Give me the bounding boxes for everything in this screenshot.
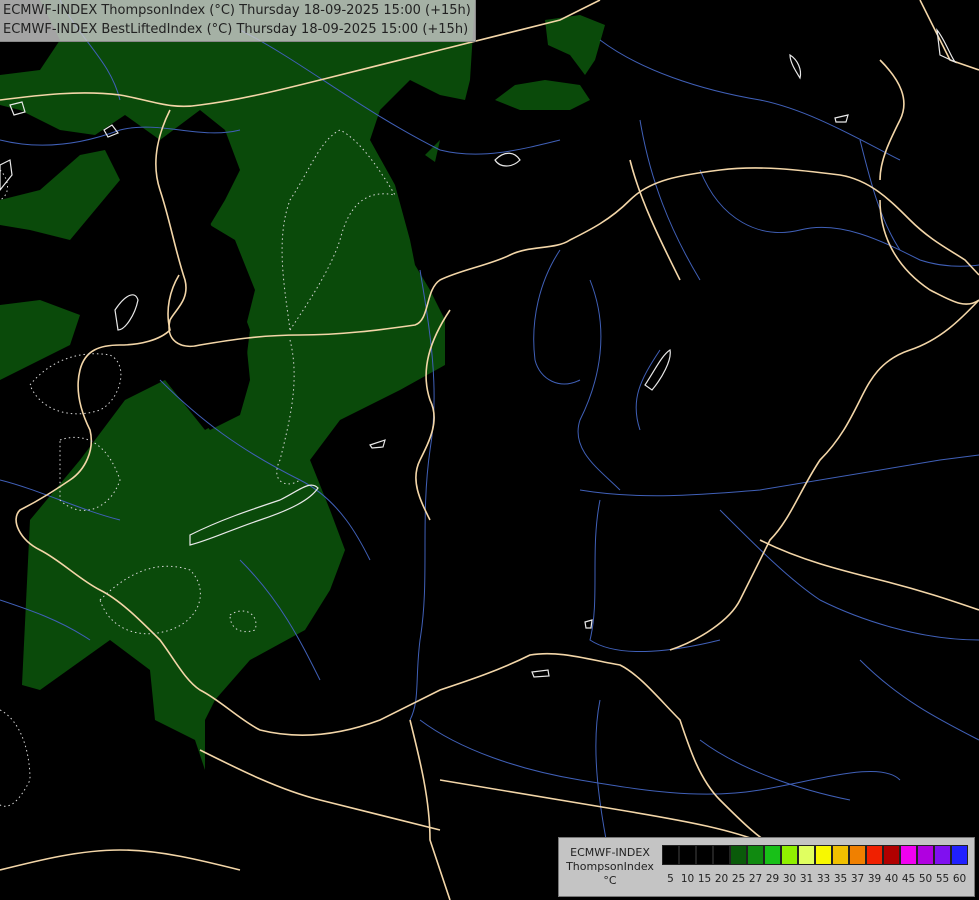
legend-tick-label: 31	[799, 873, 814, 885]
legend-swatch	[950, 845, 968, 865]
legend-swatch	[678, 845, 696, 865]
legend-swatch	[712, 845, 730, 865]
legend-swatches	[662, 845, 968, 865]
legend-swatch	[831, 845, 849, 865]
legend-tick-label: 20	[714, 873, 729, 885]
legend-swatch	[746, 845, 764, 865]
legend-tick-label: 15	[697, 873, 712, 885]
legend-tick-label: 30	[782, 873, 797, 885]
legend-unit: °C	[603, 874, 617, 887]
legend-swatch	[695, 845, 713, 865]
legend-tick-label: 5	[667, 873, 674, 885]
legend-tick-label: 37	[850, 873, 865, 885]
legend-swatch	[814, 845, 832, 865]
legend-tick-label: 39	[867, 873, 882, 885]
legend-swatch	[797, 845, 815, 865]
legend-swatch	[763, 845, 781, 865]
legend-swatch	[933, 845, 951, 865]
legend-swatch	[780, 845, 798, 865]
legend-swatch	[848, 845, 866, 865]
legend-tick-label: 55	[935, 873, 950, 885]
legend-tick-label: 45	[901, 873, 916, 885]
title-thompson-index: ECMWF-INDEX ThompsonIndex (°C) Thursday …	[3, 3, 471, 18]
legend-swatch	[899, 845, 917, 865]
legend-parameter: ThompsonIndex	[566, 860, 654, 873]
legend-tick-label: 10	[680, 873, 695, 885]
legend-tick-label: 27	[748, 873, 763, 885]
legend-swatch	[882, 845, 900, 865]
legend-tick-label: 50	[918, 873, 933, 885]
color-legend: ECMWF-INDEX ThompsonIndex °C 5 10 15 20 25 27…	[558, 837, 975, 897]
legend-swatch	[865, 845, 883, 865]
weather-map	[0, 0, 979, 900]
legend-tick-label: 35	[833, 873, 848, 885]
legend-swatch	[916, 845, 934, 865]
legend-ticks: 5 10 15 20 25 27 29 30 31 33 35 37 39 40 45 50 55 60	[662, 873, 972, 887]
map-title: ECMWF-INDEX ThompsonIndex (°C) Thursday …	[0, 0, 476, 42]
legend-tick-label: 60	[952, 873, 967, 885]
legend-swatch	[729, 845, 747, 865]
legend-tick-label: 25	[731, 873, 746, 885]
legend-model: ECMWF-INDEX	[570, 846, 650, 859]
title-best-lifted-index: ECMWF-INDEX BestLiftedIndex (°C) Thursda…	[3, 22, 469, 37]
legend-swatch	[662, 845, 679, 865]
legend-tick-label: 29	[765, 873, 780, 885]
legend-label: ECMWF-INDEX ThompsonIndex °C	[562, 846, 658, 888]
legend-tick-label: 33	[816, 873, 831, 885]
legend-tick-label: 40	[884, 873, 899, 885]
